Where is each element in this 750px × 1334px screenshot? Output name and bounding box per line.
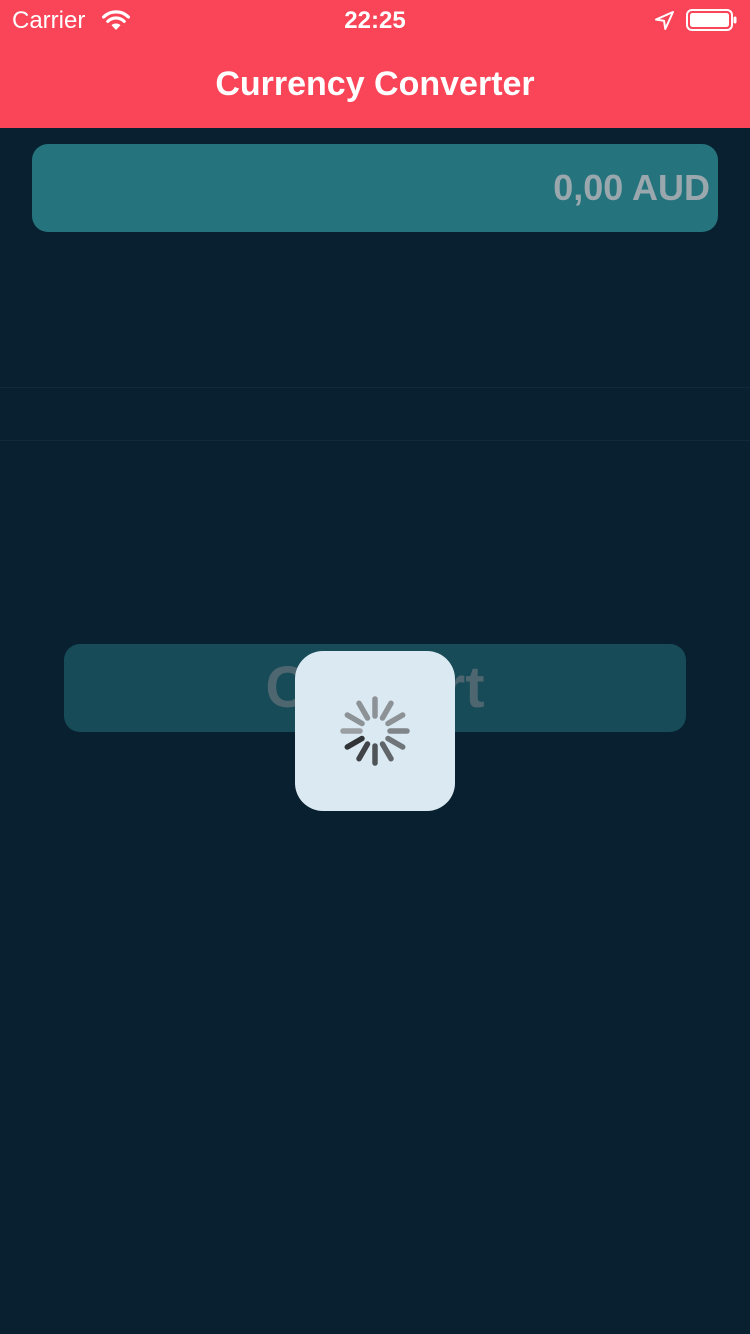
activity-spinner-icon bbox=[340, 696, 410, 766]
navigation-header: Carrier 22:25 Currency Converter bbox=[0, 0, 750, 128]
status-bar: Carrier 22:25 bbox=[0, 0, 750, 40]
location-arrow-icon bbox=[655, 11, 674, 30]
loading-hud bbox=[295, 651, 455, 811]
divider bbox=[0, 440, 750, 441]
battery-icon bbox=[686, 9, 737, 31]
amount-input[interactable]: 0,00 AUD bbox=[32, 144, 718, 232]
status-time: 22:25 bbox=[344, 7, 406, 34]
divider bbox=[0, 387, 750, 388]
amount-value: 0,00 AUD bbox=[553, 167, 710, 208]
page-title: Currency Converter bbox=[215, 65, 535, 103]
